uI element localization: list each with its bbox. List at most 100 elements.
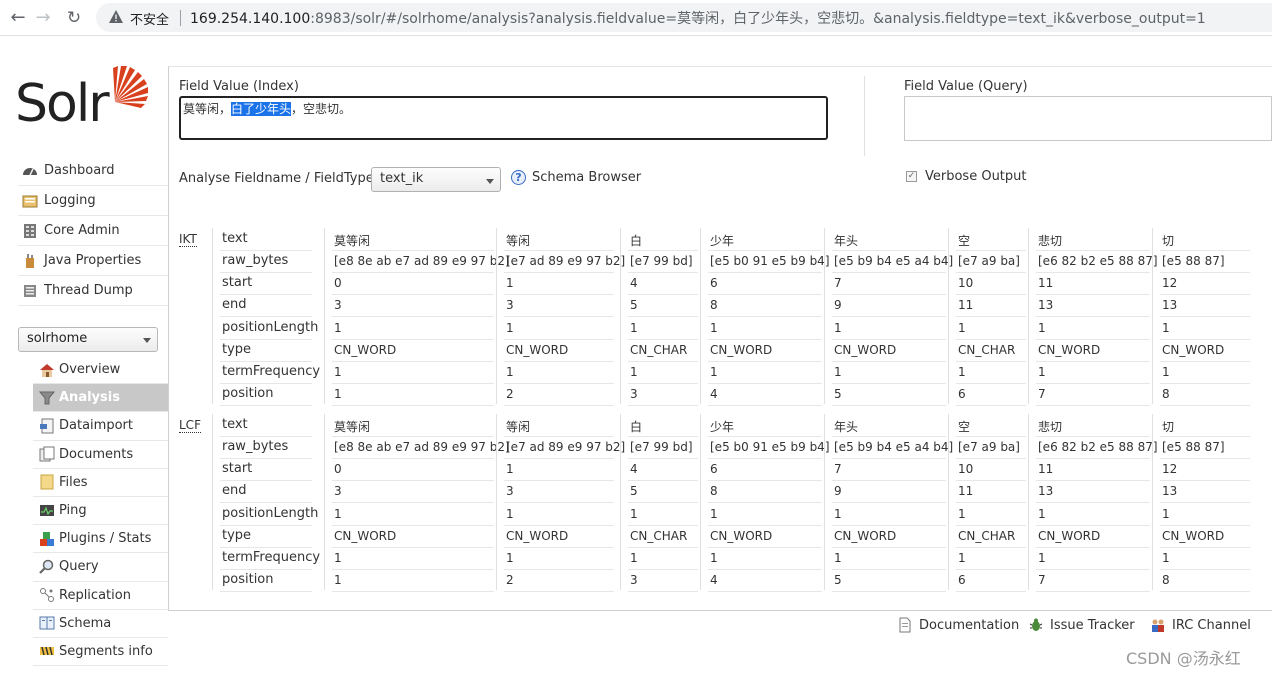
row-separator [832, 272, 946, 273]
row-separator [628, 250, 698, 251]
row-separator [1160, 480, 1250, 481]
column-line [212, 414, 213, 590]
checkbox-checked-icon[interactable]: ✓ [906, 171, 917, 182]
token-cell: CN_WORD [1038, 343, 1101, 357]
row-label: positionLength [222, 320, 319, 335]
token-cell: 7 [834, 276, 842, 290]
irc-channel-link[interactable]: IRC Channel [1150, 617, 1251, 633]
reload-button[interactable]: ↻ [62, 6, 86, 30]
row-label: position [222, 386, 274, 401]
row-separator [832, 250, 946, 251]
row-separator [1160, 316, 1250, 317]
nav-thread-dump[interactable]: Thread Dump [18, 276, 168, 306]
core-nav-analysis[interactable]: Analysis [33, 384, 168, 413]
row-separator [332, 361, 494, 362]
verbose-output-toggle[interactable]: ✓ Verbose Output [906, 169, 1027, 184]
fieldtype-select[interactable]: text_ik [371, 167, 501, 192]
field-value-query-input[interactable] [904, 96, 1272, 141]
schema-browser-link[interactable]: ? Schema Browser [511, 170, 641, 185]
field-value-index-input[interactable]: 莫等闲，白了少年头，空悲切。 [179, 96, 828, 140]
row-separator [1036, 361, 1150, 362]
fieldtype-value: text_ik [380, 171, 424, 186]
column-line [1152, 414, 1153, 590]
browser-toolbar: ← → ↻ 不安全 169.254.140.100:8983/solr/#/so… [0, 0, 1272, 36]
nav-label: Ping [59, 503, 87, 519]
nav-dashboard[interactable]: Dashboard [18, 156, 168, 186]
token-cell: 13 [1038, 484, 1054, 498]
documentation-link[interactable]: Documentation [897, 617, 1019, 633]
row-separator [956, 458, 1026, 459]
users-icon [1152, 619, 1164, 632]
row-separator [1036, 525, 1150, 526]
core-nav-replication[interactable]: Replication [33, 582, 168, 610]
core-nav-segments-info[interactable]: Segments info [33, 638, 168, 667]
column-line [496, 414, 497, 590]
row-separator [504, 591, 614, 592]
nav-java-properties[interactable]: Java Properties [18, 246, 168, 276]
core-nav-files[interactable]: Files [33, 469, 168, 497]
column-divider [864, 76, 865, 156]
nav-label: Core Admin [44, 223, 120, 238]
core-nav-schema[interactable]: Schema [33, 610, 168, 638]
core-nav-ping[interactable]: Ping [33, 497, 168, 526]
row-separator [1160, 405, 1250, 406]
nav-logging[interactable]: Logging [18, 186, 168, 216]
row-separator [504, 250, 614, 251]
core-nav-overview[interactable]: Overview [33, 356, 168, 385]
chevron-down-icon [143, 338, 151, 343]
token-cell: CN_WORD [710, 343, 773, 357]
solr-logo[interactable]: Solr [15, 62, 155, 138]
core-selector[interactable]: solrhome [18, 327, 158, 352]
index-value-before: 莫等闲， [183, 102, 232, 116]
row-separator [332, 250, 494, 251]
core-nav-dataimport[interactable]: Dataimport [33, 412, 168, 441]
solr-sun-icon [113, 66, 148, 108]
warning-icon[interactable] [108, 9, 124, 25]
core-nav-documents[interactable]: Documents [33, 441, 168, 469]
token-cell: 1 [834, 321, 842, 335]
token-cell: 11 [1038, 276, 1054, 290]
magnifier-icon [39, 559, 54, 574]
home-icon [40, 363, 54, 377]
nav-label: Segments info [59, 643, 153, 659]
core-nav-query[interactable]: Query [33, 553, 168, 582]
token-cell: 5 [834, 387, 842, 401]
token-cell: 空 [958, 234, 971, 248]
row-separator [1160, 272, 1250, 273]
token-cell: 1 [506, 462, 514, 476]
segments-icon [40, 647, 54, 656]
token-cell: 8 [1162, 387, 1170, 401]
nav-core-admin[interactable]: Core Admin [18, 216, 168, 246]
token-cell: CN_WORD [506, 343, 569, 357]
row-separator [708, 294, 822, 295]
row-label: type [222, 528, 252, 543]
column-line [324, 414, 325, 590]
row-separator [708, 502, 822, 503]
column-line [1028, 414, 1029, 590]
token-cell: 1 [710, 321, 718, 335]
issue-tracker-link[interactable]: Issue Tracker [1028, 617, 1135, 633]
token-cell: CN_WORD [1038, 529, 1101, 543]
forward-button[interactable]: → [31, 6, 55, 30]
row-separator [332, 339, 494, 340]
row-separator [220, 480, 312, 481]
stage-name[interactable]: LCF [179, 418, 201, 433]
url-text[interactable]: 169.254.140.100:8983/solr/#/solrhome/ana… [190, 8, 1206, 28]
token-cell: 13 [1162, 298, 1178, 312]
nav-label: Dataimport [59, 418, 133, 434]
row-separator [332, 502, 494, 503]
address-bar[interactable]: 不安全 169.254.140.100:8983/solr/#/solrhome… [96, 3, 1272, 32]
row-separator [1036, 458, 1150, 459]
core-nav-plugins-stats[interactable]: Plugins / Stats [33, 525, 168, 554]
row-separator [332, 591, 494, 592]
token-cell: 少年 [710, 420, 735, 434]
row-separator [708, 458, 822, 459]
back-button[interactable]: ← [6, 6, 30, 30]
insecure-label[interactable]: 不安全 [130, 9, 169, 28]
nav-label: Replication [59, 587, 131, 603]
row-separator [332, 525, 494, 526]
row-separator [708, 525, 822, 526]
core-admin-icon [24, 223, 36, 238]
stage-name[interactable]: IKT [179, 232, 197, 247]
bug-icon [1029, 618, 1043, 631]
